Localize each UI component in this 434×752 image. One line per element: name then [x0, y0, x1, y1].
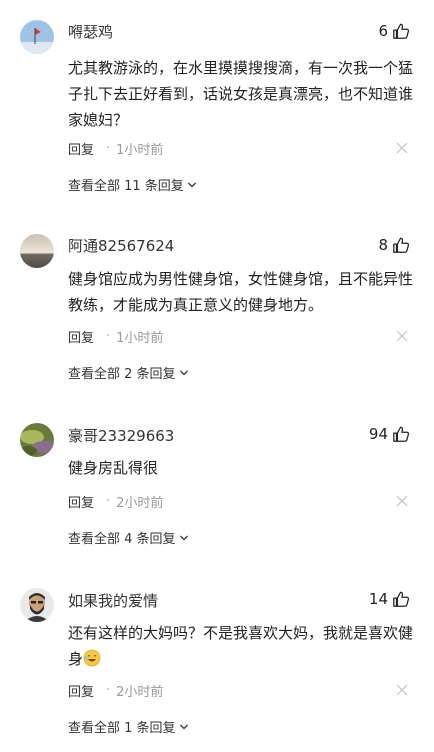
view-all-replies[interactable]: 查看全部 11 条回复 [68, 175, 197, 194]
timestamp: 2小时前 [116, 685, 164, 700]
chevron-down-icon [176, 533, 189, 543]
like-button[interactable]: 6 [378, 22, 410, 40]
comment-meta: 回复 · 1小时前 [68, 327, 163, 346]
view-all-replies[interactable]: 查看全部 1 条回复 [68, 717, 189, 736]
like-count: 94 [368, 425, 388, 443]
like-count: 8 [378, 236, 388, 254]
comment-text: 健身馆应成为男性健身馆，女性健身馆，且不能异性教练，才能成为真正意义的健身地方。 [68, 270, 414, 314]
avatar[interactable] [20, 423, 54, 457]
comment-meta: 回复 · 2小时前 [68, 681, 163, 700]
thumbs-up-icon [392, 22, 410, 40]
laughing-emoji-icon [83, 649, 101, 667]
avatar[interactable] [20, 588, 54, 622]
close-icon[interactable] [396, 330, 408, 342]
separator-dot: · [106, 141, 111, 156]
username[interactable]: 嘚瑟鸡 [68, 22, 113, 42]
separator-dot: · [106, 494, 111, 509]
view-all-replies[interactable]: 查看全部 2 条回复 [68, 363, 189, 382]
chevron-down-icon [184, 180, 197, 190]
comment-text-body: 还有这样的大妈吗？不是我喜欢大妈，我就是喜欢健身 [68, 624, 414, 668]
comment-text: 尤其教游泳的，在水里摸摸搜搜滴，有一次我一个猛子扎下去正好看到，话说女孩是真漂亮… [68, 59, 414, 129]
timestamp: 1小时前 [116, 143, 164, 158]
timestamp: 1小时前 [116, 331, 164, 346]
thumbs-up-icon [392, 425, 410, 443]
like-button[interactable]: 14 [369, 590, 410, 608]
close-icon[interactable] [396, 142, 408, 154]
timestamp: 2小时前 [116, 496, 164, 511]
reply-button[interactable]: 回复 [68, 681, 94, 700]
comment-item: 嘚瑟鸡 6 尤其教游泳的，在水里摸摸搜搜滴，有一次我一个猛子扎下去正好看到，话说… [0, 0, 434, 210]
comment-meta: 回复 · 2小时前 [68, 492, 163, 511]
chevron-down-icon [176, 368, 189, 378]
close-icon[interactable] [396, 495, 408, 507]
view-all-replies-label: 查看全部 1 条回复 [68, 721, 176, 736]
reply-button[interactable]: 回复 [68, 139, 94, 158]
comment-meta: 回复 · 1小时前 [68, 139, 163, 158]
like-button[interactable]: 94 [369, 425, 410, 443]
like-count: 14 [368, 590, 388, 608]
view-all-replies[interactable]: 查看全部 4 条回复 [68, 528, 189, 547]
chevron-down-icon [176, 722, 189, 732]
avatar[interactable] [20, 234, 54, 268]
username[interactable]: 阿通82567624 [68, 236, 174, 256]
reply-button[interactable]: 回复 [68, 492, 94, 511]
close-icon[interactable] [396, 684, 408, 696]
thumbs-up-icon [392, 236, 410, 254]
separator-dot: · [106, 329, 111, 344]
view-all-replies-label: 查看全部 4 条回复 [68, 532, 176, 547]
separator-dot: · [106, 683, 111, 698]
username[interactable]: 如果我的爱情 [68, 591, 158, 611]
view-all-replies-label: 查看全部 2 条回复 [68, 367, 176, 382]
comment-text: 健身房乱得很 [68, 459, 159, 477]
like-button[interactable]: 8 [378, 236, 410, 254]
reply-button[interactable]: 回复 [68, 327, 94, 346]
avatar[interactable] [20, 20, 54, 54]
comment-text: 还有这样的大妈吗？不是我喜欢大妈，我就是喜欢健身 [68, 620, 414, 672]
view-all-replies-label: 查看全部 11 条回复 [68, 179, 184, 194]
thumbs-up-icon [392, 590, 410, 608]
like-count: 6 [378, 22, 388, 40]
username[interactable]: 豪哥23329663 [68, 426, 174, 446]
